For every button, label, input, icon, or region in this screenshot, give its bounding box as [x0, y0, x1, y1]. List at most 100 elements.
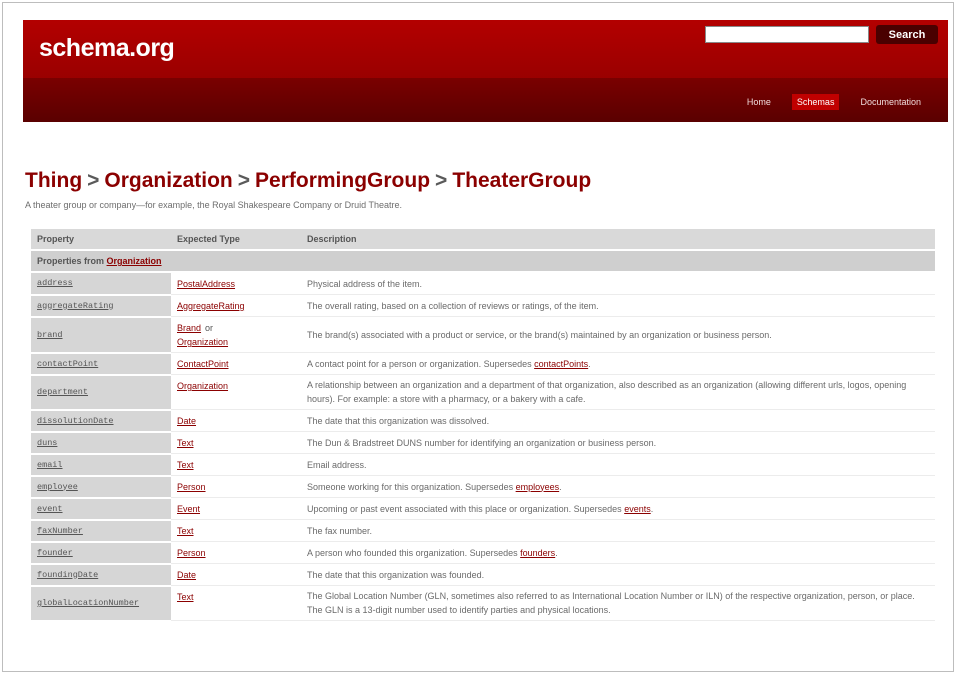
- breadcrumb-item-thing[interactable]: Thing: [25, 169, 82, 192]
- description-cell: A person who founded this organization. …: [301, 541, 935, 564]
- property-link[interactable]: event: [37, 504, 63, 514]
- expected-type-cell: Brand or Organization: [171, 316, 301, 353]
- expected-type-cell: Event: [171, 497, 301, 520]
- property-link[interactable]: email: [37, 460, 63, 470]
- supersedes-link[interactable]: employees: [516, 482, 560, 492]
- property-cell: faxNumber: [31, 519, 171, 543]
- nav-item-schemas[interactable]: Schemas: [791, 94, 840, 110]
- property-cell: founder: [31, 541, 171, 565]
- breadcrumb-item-performinggroup[interactable]: PerformingGroup: [255, 169, 430, 192]
- description-text: The Global Location Number (GLN, sometim…: [307, 591, 915, 615]
- expected-type-cell: Text: [171, 453, 301, 476]
- type-link[interactable]: Event: [177, 502, 295, 516]
- description-suffix: .: [555, 547, 558, 558]
- breadcrumb: Thing > Organization > PerformingGroup > Theat…: [25, 169, 591, 193]
- breadcrumb-separator: >: [237, 169, 251, 192]
- property-link[interactable]: brand: [37, 330, 63, 340]
- description-text: A relationship between an organization a…: [307, 380, 907, 404]
- supersedes-link[interactable]: events: [624, 504, 651, 514]
- group-header-row: Properties from Organization: [31, 250, 935, 273]
- supersedes-link[interactable]: founders: [520, 548, 555, 558]
- property-cell: address: [31, 272, 171, 296]
- nav-item-home[interactable]: Home: [742, 94, 776, 110]
- description-cell: A relationship between an organization a…: [301, 374, 935, 410]
- type-link[interactable]: Text: [177, 590, 295, 604]
- type-link[interactable]: Organization: [177, 379, 295, 393]
- description-cell: A contact point for a person or organiza…: [301, 352, 935, 375]
- supersedes-link[interactable]: contactPoints: [534, 359, 588, 369]
- type-link[interactable]: Text: [177, 458, 295, 472]
- description-text: Email address.: [307, 459, 367, 470]
- property-link[interactable]: faxNumber: [37, 526, 83, 536]
- property-cell: employee: [31, 475, 171, 499]
- table-row: email Text Email address.: [31, 453, 935, 477]
- expected-type-cell: PostalAddress: [171, 272, 301, 295]
- description-text: The brand(s) associated with a product o…: [307, 329, 772, 340]
- type-description: A theater group or company—for example, …: [25, 200, 403, 210]
- type-link[interactable]: PostalAddress: [177, 277, 295, 291]
- property-link[interactable]: founder: [37, 548, 73, 558]
- breadcrumb-item-organization[interactable]: Organization: [104, 169, 232, 192]
- table-row: contactPoint ContactPoint A contact point …: [31, 352, 935, 376]
- description-text: Upcoming or past event associated with t…: [307, 503, 625, 514]
- description-text: A contact point for a person or organiza…: [307, 358, 535, 369]
- table-row: department Organization A relationship bet…: [31, 374, 935, 411]
- type-link[interactable]: Text: [177, 524, 295, 538]
- description-suffix: .: [588, 358, 591, 369]
- table-row: address PostalAddress Physical address of …: [31, 272, 935, 296]
- site-header: schema.org Search Home Schemas Documentati…: [23, 20, 948, 122]
- site-logo[interactable]: schema.org: [39, 34, 175, 63]
- type-link[interactable]: Person: [177, 546, 295, 560]
- table-row: globalLocationNumber Text The Global Locat…: [31, 585, 935, 622]
- type-link[interactable]: AggregateRating: [177, 299, 295, 313]
- description-cell: Upcoming or past event associated with t…: [301, 497, 935, 520]
- property-link[interactable]: address: [37, 278, 73, 288]
- description-cell: Physical address of the item.: [301, 272, 935, 295]
- breadcrumb-separator: >: [435, 169, 448, 192]
- property-link[interactable]: duns: [37, 438, 57, 448]
- properties-table: Property Expected Type Description Prope…: [31, 229, 935, 622]
- search-button[interactable]: Search: [876, 25, 938, 44]
- property-link[interactable]: globalLocationNumber: [37, 598, 139, 608]
- property-cell: brand: [31, 316, 171, 354]
- description-cell: The brand(s) associated with a product o…: [301, 316, 935, 353]
- table-row: dissolutionDate Date The date that this or…: [31, 409, 935, 433]
- type-link[interactable]: Brand: [177, 323, 201, 333]
- header-expected-type: Expected Type: [171, 229, 301, 251]
- type-link[interactable]: ContactPoint: [177, 357, 295, 371]
- table-row: founder Person A person who founded this o…: [31, 541, 935, 565]
- table-row: faxNumber Text The fax number.: [31, 519, 935, 543]
- expected-type-cell: ContactPoint: [171, 352, 301, 375]
- property-link[interactable]: contactPoint: [37, 359, 98, 369]
- breadcrumb-item-theatergroup[interactable]: TheaterGroup: [452, 169, 591, 192]
- description-cell: The fax number.: [301, 519, 935, 542]
- search-input[interactable]: [705, 26, 869, 43]
- type-link[interactable]: Date: [177, 414, 295, 428]
- description-cell: The date that this organization was foun…: [301, 563, 935, 586]
- type-link[interactable]: Person: [177, 480, 295, 494]
- nav-item-documentation[interactable]: Documentation: [855, 94, 926, 110]
- header-description: Description: [301, 229, 935, 251]
- type-link[interactable]: Organization: [177, 335, 295, 349]
- expected-type-cell: Text: [171, 431, 301, 454]
- property-cell: event: [31, 497, 171, 521]
- property-link[interactable]: dissolutionDate: [37, 416, 114, 426]
- property-link[interactable]: employee: [37, 482, 78, 492]
- expected-type-cell: Date: [171, 563, 301, 586]
- property-link[interactable]: foundingDate: [37, 570, 98, 580]
- description-cell: The Dun & Bradstreet DUNS number for ide…: [301, 431, 935, 454]
- table-header-row: Property Expected Type Description: [31, 229, 935, 251]
- properties-table-container: Property Expected Type Description Prope…: [31, 229, 935, 671]
- type-link[interactable]: Text: [177, 436, 295, 450]
- group-link[interactable]: Organization: [107, 256, 162, 266]
- property-link[interactable]: aggregateRating: [37, 301, 114, 311]
- table-row: brand Brand or Organization The brand(s) ass…: [31, 316, 935, 354]
- property-cell: aggregateRating: [31, 294, 171, 318]
- description-text: A person who founded this organization. …: [307, 547, 521, 558]
- type-link[interactable]: Date: [177, 568, 295, 582]
- property-cell: department: [31, 374, 171, 411]
- description-text: The date that this organization was foun…: [307, 569, 485, 580]
- property-link[interactable]: department: [37, 387, 88, 397]
- group-label: Properties from: [37, 256, 107, 266]
- header-property: Property: [31, 229, 171, 251]
